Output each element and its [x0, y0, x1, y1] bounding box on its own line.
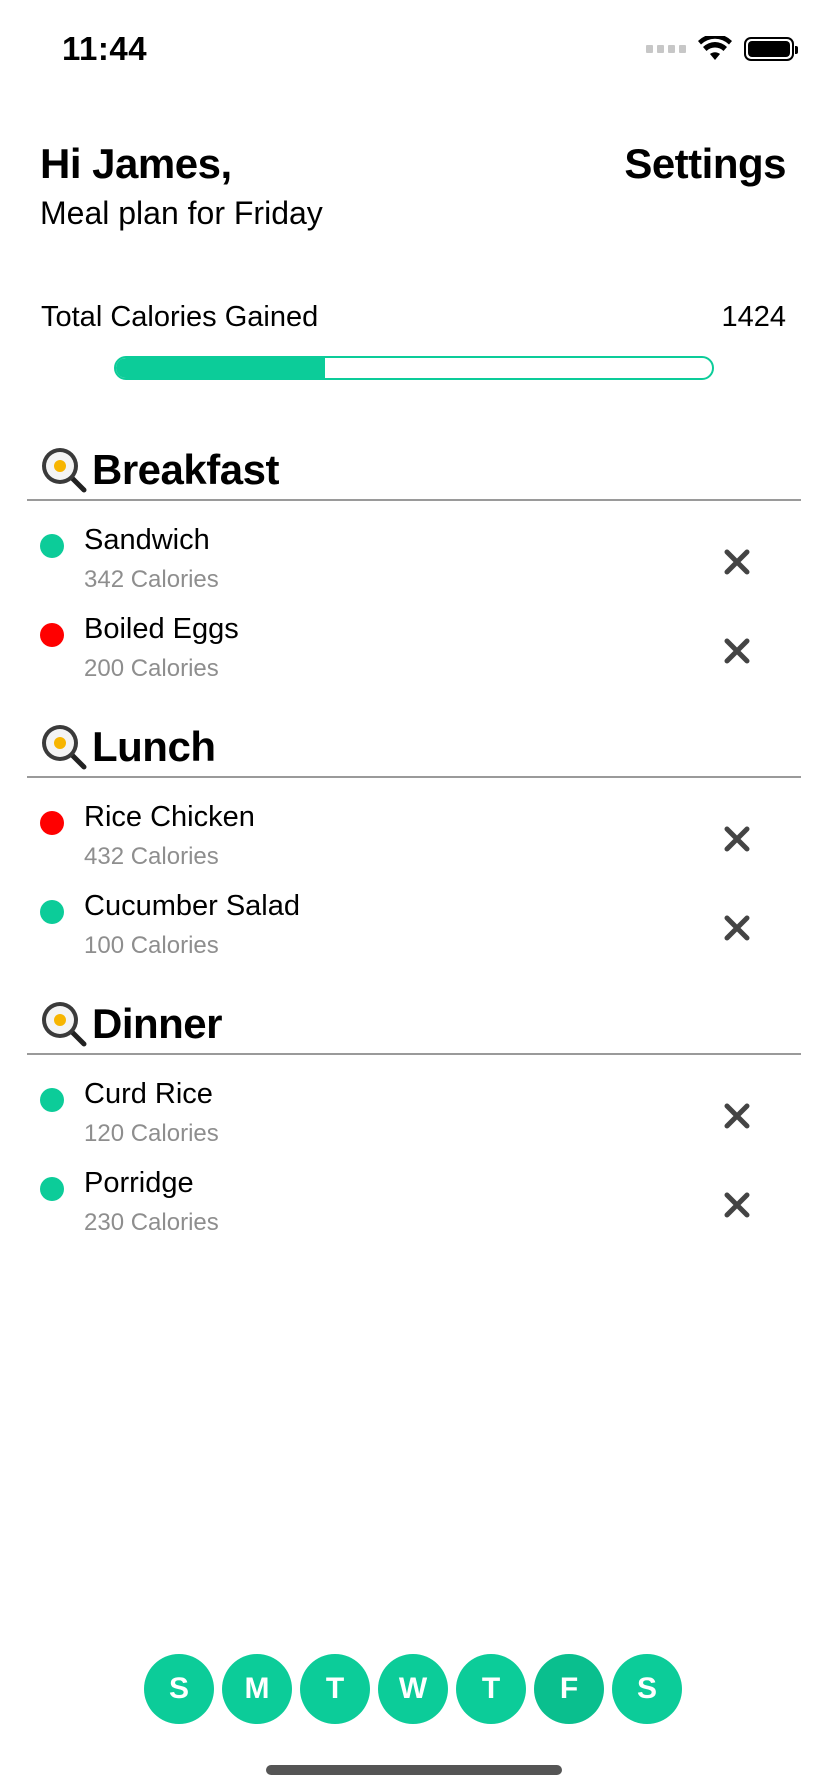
section-dinner: Dinner Curd Rice 120 Calories Porridge 2… — [0, 996, 828, 1236]
meal-item: Rice Chicken 432 Calories — [0, 801, 828, 881]
status-dot-green — [40, 1177, 64, 1201]
meal-name: Boiled Eggs — [84, 613, 239, 645]
day-selector: S M T W T F S — [144, 1654, 682, 1724]
meal-item: Cucumber Salad 100 Calories — [0, 890, 828, 970]
meal-item: Curd Rice 120 Calories — [0, 1078, 828, 1158]
remove-meal-close-icon[interactable] — [721, 1189, 753, 1221]
calories-progress-fill — [116, 358, 325, 378]
meal-plan-subtitle: Meal plan for Friday — [40, 195, 323, 231]
total-calories-label: Total Calories Gained — [41, 301, 319, 333]
status-dot-green — [40, 534, 64, 558]
section-title-lunch: Lunch — [92, 723, 216, 770]
total-calories-value: 1424 — [721, 301, 786, 333]
section-divider — [27, 499, 801, 501]
meal-calories: 342 Calories — [84, 566, 219, 593]
status-dot-red — [40, 623, 64, 647]
meal-calories: 100 Calories — [84, 932, 219, 959]
home-indicator[interactable] — [266, 1765, 562, 1775]
wifi-icon — [698, 36, 732, 60]
meal-name: Rice Chicken — [84, 801, 255, 833]
meal-calories: 230 Calories — [84, 1209, 219, 1236]
section-breakfast: Breakfast Sandwich 342 Calories Boiled E… — [0, 442, 828, 682]
day-button-sunday[interactable]: S — [144, 1654, 214, 1724]
section-divider — [27, 1053, 801, 1055]
section-divider — [27, 776, 801, 778]
frying-pan-egg-icon — [42, 1002, 87, 1047]
status-dot-red — [40, 811, 64, 835]
day-button-monday[interactable]: M — [222, 1654, 292, 1724]
meal-item: Porridge 230 Calories — [0, 1167, 828, 1247]
meal-name: Cucumber Salad — [84, 890, 300, 922]
day-button-wednesday[interactable]: W — [378, 1654, 448, 1724]
remove-meal-close-icon[interactable] — [721, 1100, 753, 1132]
section-header: Breakfast — [0, 442, 828, 498]
frying-pan-egg-icon — [42, 725, 87, 770]
day-button-saturday[interactable]: S — [612, 1654, 682, 1724]
status-dot-green — [40, 900, 64, 924]
meal-item: Sandwich 342 Calories — [0, 524, 828, 604]
section-header: Dinner — [0, 996, 828, 1052]
cellular-signal-icon — [646, 45, 686, 53]
day-button-friday[interactable]: F — [534, 1654, 604, 1724]
meal-calories: 200 Calories — [84, 655, 219, 682]
remove-meal-close-icon[interactable] — [721, 912, 753, 944]
frying-pan-egg-icon — [42, 448, 87, 493]
battery-icon — [744, 37, 798, 61]
settings-button[interactable]: Settings — [624, 140, 786, 188]
greeting-title: Hi James, — [40, 140, 232, 187]
meal-plan-screen: 11:44 Hi James, Meal plan for Friday Set… — [0, 0, 828, 1792]
status-dot-green — [40, 1088, 64, 1112]
section-title-dinner: Dinner — [92, 1000, 223, 1047]
section-lunch: Lunch Rice Chicken 432 Calories Cucumber… — [0, 719, 828, 959]
meal-name: Curd Rice — [84, 1078, 213, 1110]
day-button-thursday[interactable]: T — [456, 1654, 526, 1724]
meal-item: Boiled Eggs 200 Calories — [0, 613, 828, 693]
meal-calories: 120 Calories — [84, 1120, 219, 1147]
remove-meal-close-icon[interactable] — [721, 546, 753, 578]
section-header: Lunch — [0, 719, 828, 775]
section-title-breakfast: Breakfast — [92, 446, 279, 493]
status-icons — [646, 36, 798, 62]
calories-progress-bar — [114, 356, 714, 380]
remove-meal-close-icon[interactable] — [721, 823, 753, 855]
day-button-tuesday[interactable]: T — [300, 1654, 370, 1724]
remove-meal-close-icon[interactable] — [721, 635, 753, 667]
status-bar: 11:44 — [0, 0, 828, 100]
status-time: 11:44 — [62, 30, 148, 67]
meal-name: Sandwich — [84, 524, 210, 556]
meal-calories: 432 Calories — [84, 843, 219, 870]
meal-name: Porridge — [84, 1167, 194, 1199]
